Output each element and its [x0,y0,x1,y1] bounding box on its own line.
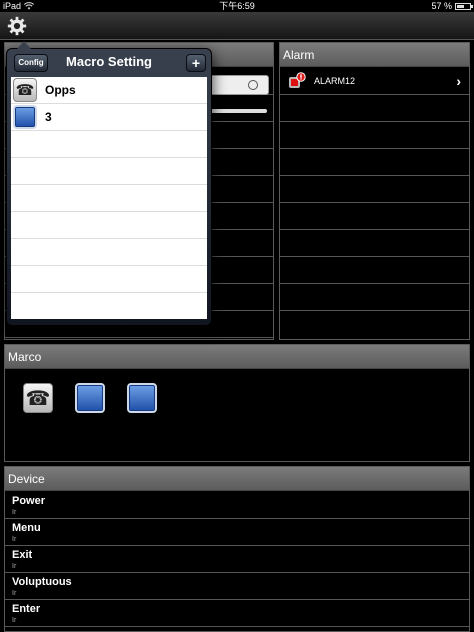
blue-macro-icon[interactable] [75,383,105,413]
device-name: Power [12,495,46,507]
device-name: Menu [12,522,41,534]
alarm-panel: Alarm ALARM12 › [279,42,470,340]
alarm-panel-title: Alarm [280,43,469,67]
level-slider[interactable] [207,109,267,113]
battery-percent: 57 % [431,1,452,11]
macro-item-label: Opps [45,83,76,97]
device-type: Ir [12,590,17,597]
list-row [280,203,469,230]
add-macro-button[interactable]: + [186,54,206,72]
marco-icon-row: ☎ [23,383,157,413]
device-type: Ir [12,536,17,543]
list-row [280,284,469,311]
list-row [280,149,469,176]
toggle-knob [248,80,258,90]
device-type: Ir [12,509,17,516]
device-item[interactable]: Enter Ir [5,600,469,627]
device-name: Voluptuous [12,576,72,588]
battery-fill [457,4,464,8]
alarm-icon [289,72,306,88]
blue-macro-icon [13,105,37,129]
marco-panel-title: Marco [5,345,469,369]
gear-icon[interactable] [6,15,28,37]
blue-macro-icon[interactable] [127,383,157,413]
popover-navbar: Config Macro Setting + [7,49,211,75]
status-time: 下午6:59 [219,1,255,11]
list-row [11,131,207,158]
device-item[interactable]: Exit Ir [5,546,469,573]
battery-icon [455,2,473,10]
list-row [280,176,469,203]
device-type: Ir [12,563,17,570]
macro-item[interactable]: 3 [11,104,207,131]
list-row [11,158,207,185]
popover-arrow [17,41,31,49]
list-row [280,257,469,284]
macro-item-label: 3 [45,110,52,124]
device-type: Ir [12,617,17,624]
phone-icon: ☎ [13,78,37,102]
device-name: Enter [12,603,41,615]
alarm-item[interactable]: ALARM12 › [280,68,469,95]
toggle-switch[interactable] [207,75,269,95]
macro-list: ☎ Opps 3 [11,77,207,319]
list-row [11,239,207,266]
device-list: Power Ir Menu Ir Exit Ir Voluptuous Ir E… [5,492,469,631]
device-panel: Device Power Ir Menu Ir Exit Ir Voluptuo… [4,466,470,632]
device-item[interactable]: Menu Ir [5,519,469,546]
device-item[interactable]: Voluptuous Ir [5,573,469,600]
list-row [280,230,469,257]
alarm-item-label: ALARM12 [314,76,356,86]
list-row [11,266,207,293]
list-row [280,95,469,122]
macro-item[interactable]: ☎ Opps [11,77,207,104]
status-bar: iPad 下午6:59 57 % [0,0,474,12]
phone-icon[interactable]: ☎ [23,383,53,413]
chevron-right-icon: › [456,73,461,89]
top-toolbar [0,12,474,40]
macro-setting-popover: Config Macro Setting + ☎ Opps 3 [6,41,212,326]
list-row [280,122,469,149]
list-row [11,185,207,212]
device-item[interactable]: Power Ir [5,492,469,519]
device-panel-title: Device [5,467,469,491]
device-name: Exit [12,549,33,561]
popover-title: Macro Setting [66,54,152,69]
list-row [11,212,207,239]
alarm-list: ALARM12 › [280,68,469,339]
marco-panel: Marco ☎ [4,344,470,462]
